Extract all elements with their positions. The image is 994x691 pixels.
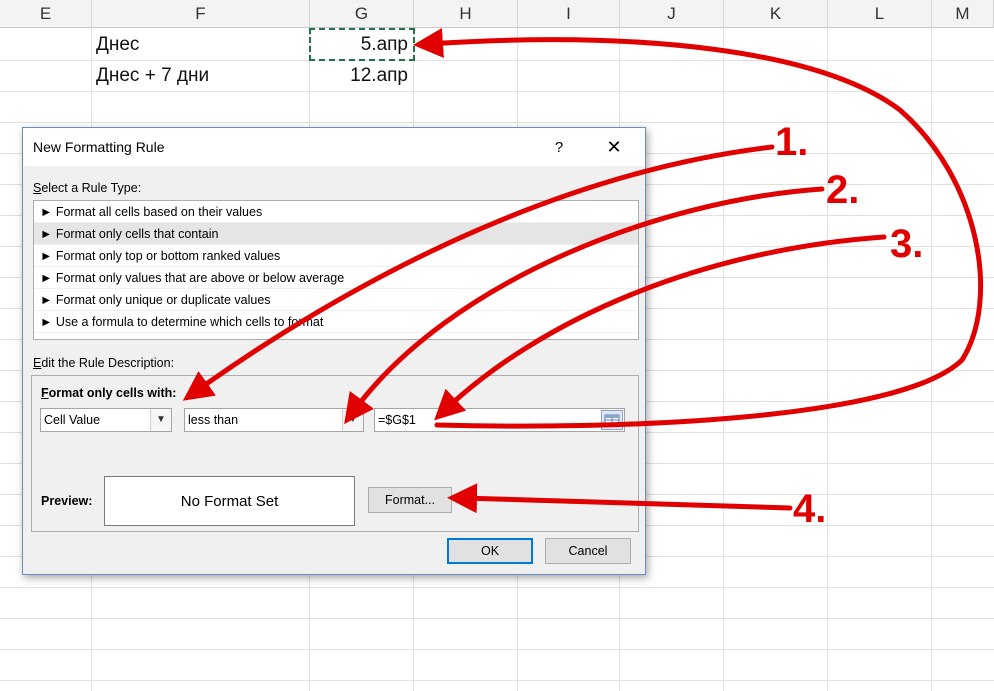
annotation-label-1: 1.: [775, 120, 809, 164]
chevron-down-icon[interactable]: ▼: [342, 409, 363, 431]
operator-dropdown-value: less than: [188, 413, 239, 427]
format-only-cells-with-label: Format only cells with:: [41, 386, 176, 400]
column-header-l[interactable]: L: [828, 0, 932, 28]
edit-description-text: dit the Rule Description:: [41, 356, 175, 370]
column-header-m[interactable]: M: [932, 0, 994, 28]
grid-line: [0, 91, 994, 92]
annotation-label-2: 2.: [826, 168, 860, 212]
range-select-icon[interactable]: [601, 410, 623, 430]
rule-type-item[interactable]: ► Format only top or bottom ranked value…: [34, 245, 638, 267]
rule-type-list[interactable]: ► Format all cells based on their values…: [33, 200, 639, 340]
rule-type-item[interactable]: ► Format only values that are above or b…: [34, 267, 638, 289]
preview-box: No Format Set: [104, 476, 355, 526]
rule-type-item-selected[interactable]: ► Format only cells that contain: [34, 223, 638, 245]
grid-line: [931, 28, 932, 691]
rule-type-item[interactable]: ► Format all cells based on their values: [34, 201, 638, 223]
column-header-g[interactable]: G: [310, 0, 414, 28]
annotation-label-3: 3.: [890, 222, 924, 266]
operator-dropdown[interactable]: less than ▼: [184, 408, 364, 432]
preview-label: Preview:: [41, 494, 93, 508]
column-header-f[interactable]: F: [92, 0, 310, 28]
grid-line: [0, 649, 994, 650]
range-grid-icon: [604, 414, 620, 426]
cell-value-dropdown-value: Cell Value: [44, 413, 101, 427]
format-only-text: ormat only cells with:: [48, 386, 177, 400]
rule-description-panel: Format only cells with: Cell Value ▼ les…: [31, 375, 639, 532]
cell-f1[interactable]: Днес: [96, 34, 139, 56]
edit-description-label: Edit the Rule Description:: [33, 356, 174, 370]
cell-f2[interactable]: Днес + 7 дни: [96, 65, 209, 87]
annotation-label-4: 4.: [793, 487, 827, 531]
dialog-title: New Formatting Rule: [33, 139, 165, 155]
rule-type-label: Select a Rule Type:: [33, 181, 141, 195]
grid-line: [0, 122, 994, 123]
grid-line: [0, 680, 994, 681]
column-header-i[interactable]: I: [518, 0, 620, 28]
grid-line: [827, 28, 828, 691]
rule-type-label-text: elect a Rule Type:: [41, 181, 142, 195]
format-only-accel: F: [41, 386, 49, 400]
grid-line: [0, 587, 994, 588]
format-button[interactable]: Format...: [368, 487, 452, 513]
column-header-h[interactable]: H: [414, 0, 518, 28]
value-input-text: =$G$1: [378, 413, 416, 427]
grid-line: [0, 60, 994, 61]
cell-value-dropdown[interactable]: Cell Value ▼: [40, 408, 172, 432]
chevron-down-icon[interactable]: ▼: [150, 409, 171, 431]
rule-type-item[interactable]: ► Format only unique or duplicate values: [34, 289, 638, 311]
column-header-j[interactable]: J: [620, 0, 724, 28]
close-button[interactable]: ✕: [599, 134, 629, 160]
column-header-e[interactable]: E: [0, 0, 92, 28]
new-formatting-rule-dialog: New Formatting Rule ? ✕ Select a Rule Ty…: [22, 127, 646, 575]
help-button[interactable]: ?: [547, 134, 571, 160]
ok-button[interactable]: OK: [447, 538, 533, 564]
grid-line: [723, 28, 724, 691]
cancel-button[interactable]: Cancel: [545, 538, 631, 564]
column-header-k[interactable]: K: [724, 0, 828, 28]
value-input[interactable]: =$G$1: [374, 408, 625, 432]
cell-g1[interactable]: 5.апр: [312, 34, 408, 56]
grid-line: [0, 618, 994, 619]
cell-g2[interactable]: 12.апр: [312, 65, 408, 87]
rule-type-item[interactable]: ► Use a formula to determine which cells…: [34, 311, 638, 333]
dialog-titlebar[interactable]: New Formatting Rule ? ✕: [23, 128, 645, 166]
